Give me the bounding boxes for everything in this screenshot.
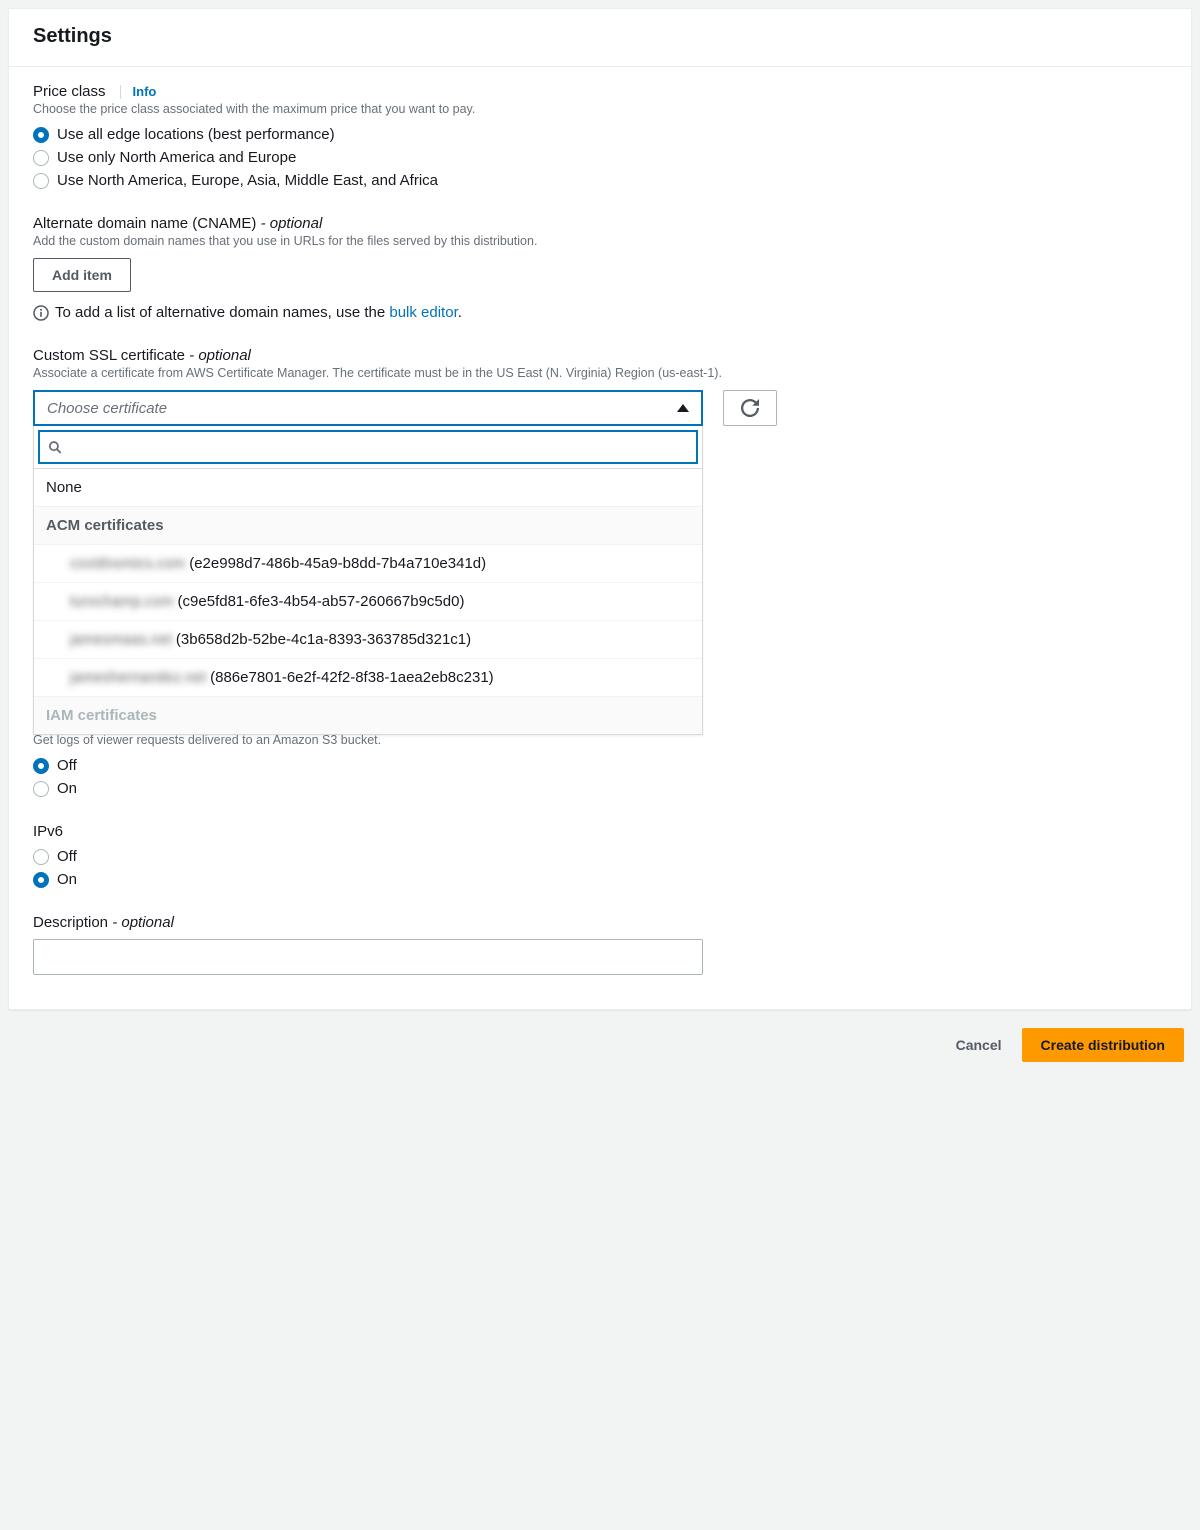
radio-label: Off	[57, 757, 77, 774]
standard-logging-radio-group: Off On	[33, 757, 1167, 797]
radio-icon	[33, 150, 49, 166]
radio-icon	[33, 872, 49, 888]
add-item-button[interactable]: Add item	[33, 258, 131, 292]
description-field: Description - optional	[33, 914, 1167, 975]
info-icon	[33, 305, 49, 321]
caret-up-icon	[677, 404, 689, 412]
standard-logging-description: Get logs of viewer requests delivered to…	[33, 733, 1167, 747]
radio-icon	[33, 781, 49, 797]
ssl-group-acm: ACM certificates	[34, 507, 702, 545]
description-label: Description - optional	[33, 914, 174, 931]
price-class-option-na-eu[interactable]: Use only North America and Europe	[33, 149, 1167, 166]
standard-logging-on[interactable]: On	[33, 780, 1167, 797]
refresh-button[interactable]	[723, 390, 777, 426]
ssl-option-none[interactable]: None	[34, 469, 702, 507]
ssl-certificate-menu: None ACM certificates covidnomics.com (e…	[33, 426, 703, 735]
radio-icon	[33, 849, 49, 865]
radio-icon	[33, 758, 49, 774]
price-class-option-na-eu-asia[interactable]: Use North America, Europe, Asia, Middle …	[33, 172, 1167, 189]
bulk-editor-link[interactable]: bulk editor	[389, 304, 457, 321]
ssl-option-acm-3[interactable]: jameshernandez.net (886e7801-6e2f-42f2-8…	[34, 659, 702, 697]
ssl-group-iam: IAM certificates	[34, 697, 702, 734]
ssl-field: Custom SSL certificate - optional Associ…	[33, 347, 1167, 426]
cname-bulk-note: To add a list of alternative domain name…	[33, 304, 1167, 321]
ipv6-radio-group: Off On	[33, 848, 1167, 888]
ssl-search-input[interactable]	[69, 438, 688, 457]
ssl-placeholder: Choose certificate	[47, 400, 167, 417]
info-link[interactable]: Info	[133, 84, 157, 99]
cname-label: Alternate domain name (CNAME) - optional	[33, 215, 322, 232]
price-class-description: Choose the price class associated with t…	[33, 102, 1167, 116]
ipv6-field: IPv6 Off On	[33, 823, 1167, 888]
separator	[120, 85, 121, 99]
create-distribution-button[interactable]: Create distribution	[1022, 1028, 1184, 1062]
ssl-option-acm-2[interactable]: jamesmaas.net (3b658d2b-52be-4c1a-8393-3…	[34, 621, 702, 659]
cname-field: Alternate domain name (CNAME) - optional…	[33, 215, 1167, 321]
radio-label: Use North America, Europe, Asia, Middle …	[57, 172, 438, 189]
ipv6-on[interactable]: On	[33, 871, 1167, 888]
price-class-radio-group: Use all edge locations (best performance…	[33, 126, 1167, 189]
cname-description: Add the custom domain names that you use…	[33, 234, 1167, 248]
radio-label: Use only North America and Europe	[57, 149, 296, 166]
ssl-certificate-dropdown[interactable]: Choose certificate	[33, 390, 703, 426]
radio-icon	[33, 173, 49, 189]
refresh-icon	[741, 399, 759, 417]
price-class-label: Price class	[33, 83, 106, 100]
ipv6-label: IPv6	[33, 823, 63, 840]
page-title: Settings	[33, 25, 1167, 48]
price-class-field: Price class Info Choose the price class …	[33, 83, 1167, 189]
ipv6-off[interactable]: Off	[33, 848, 1167, 865]
radio-label: On	[57, 871, 77, 888]
radio-label: Off	[57, 848, 77, 865]
ssl-label: Custom SSL certificate - optional	[33, 347, 251, 364]
ssl-description: Associate a certificate from AWS Certifi…	[33, 366, 1167, 380]
cancel-button[interactable]: Cancel	[956, 1037, 1002, 1053]
search-icon	[48, 440, 63, 455]
ssl-search-row	[34, 426, 702, 469]
description-input[interactable]	[33, 939, 703, 975]
footer: Cancel Create distribution	[8, 1010, 1192, 1070]
radio-label: Use all edge locations (best performance…	[57, 126, 335, 143]
radio-label: On	[57, 780, 77, 797]
price-class-option-all[interactable]: Use all edge locations (best performance…	[33, 126, 1167, 143]
settings-panel: Settings Price class Info Choose the pri…	[8, 8, 1192, 1010]
ssl-option-acm-0[interactable]: covidnomics.com (e2e998d7-486b-45a9-b8dd…	[34, 545, 702, 583]
ssl-option-acm-1[interactable]: turochamp.com (c9e5fd81-6fe3-4b54-ab57-2…	[34, 583, 702, 621]
radio-icon	[33, 127, 49, 143]
panel-header: Settings	[9, 9, 1191, 67]
standard-logging-off[interactable]: Off	[33, 757, 1167, 774]
